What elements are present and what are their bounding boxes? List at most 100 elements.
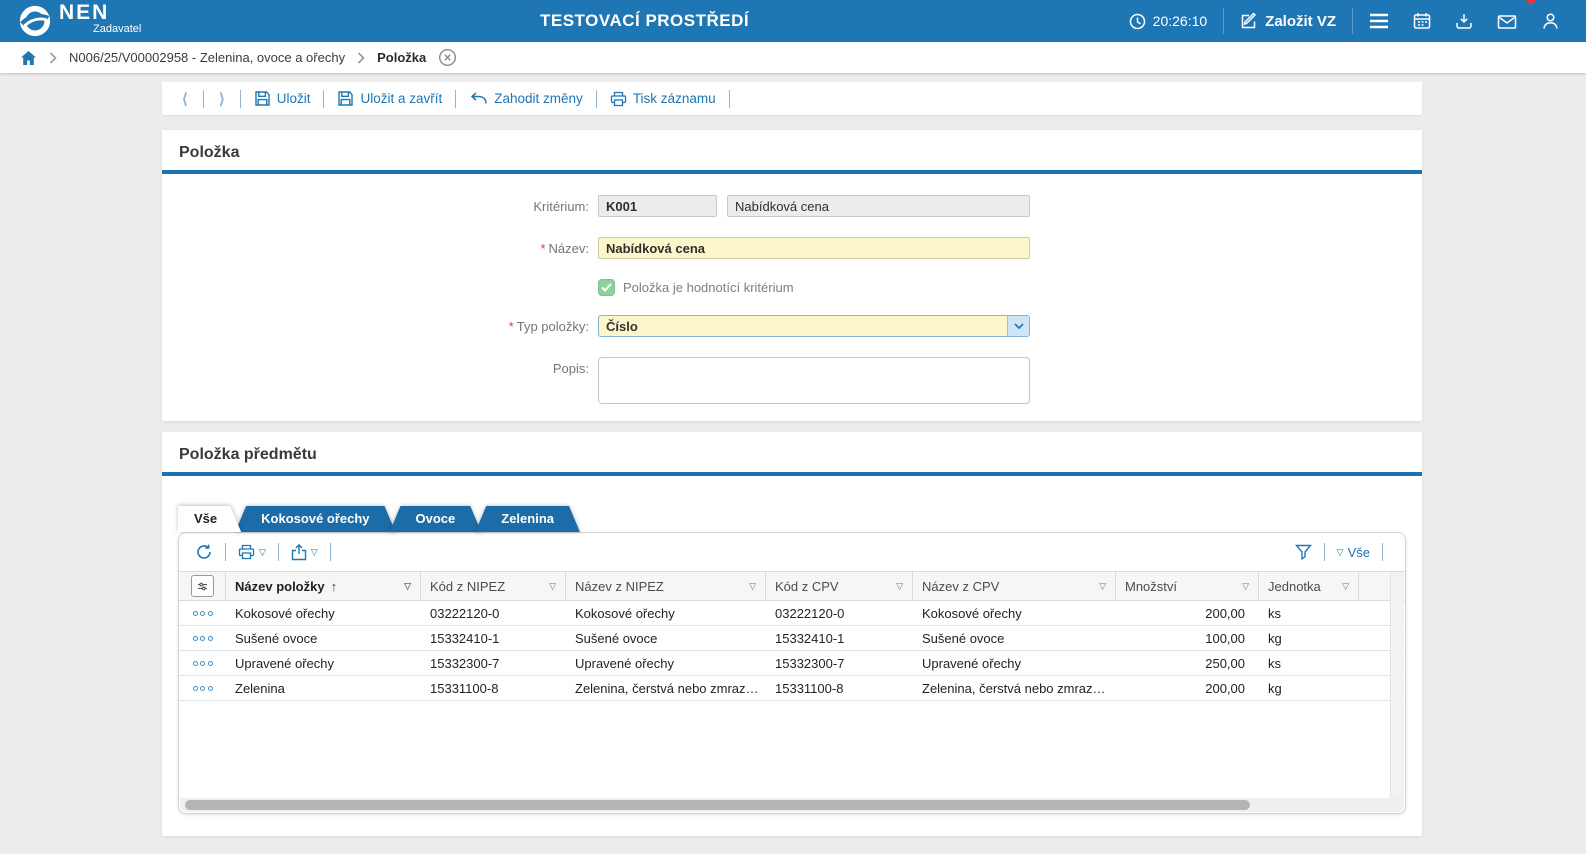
dropdown-triangle-icon: ▽ — [259, 547, 266, 558]
popis-textarea[interactable] — [598, 357, 1030, 404]
typ-polozky-label: Typ položky: — [162, 315, 598, 337]
column-header-nazev-cpv[interactable]: Název z CPV ▽ — [913, 572, 1116, 600]
person-icon — [1541, 12, 1560, 31]
filter-button[interactable] — [1292, 544, 1315, 560]
grid-header-row: Název položky ↑ ▽ Kód z NIPEZ ▽ Název z … — [179, 571, 1405, 601]
breadcrumb-item-procurement[interactable]: N006/25/V00002958 - Zelenina, ovoce a oř… — [69, 50, 345, 65]
divider — [1223, 8, 1224, 34]
divider — [330, 543, 331, 561]
dropdown-triangle-icon: ▽ — [311, 547, 318, 558]
grid-filter-controls: ▽ Vše — [1292, 543, 1392, 561]
table-row[interactable]: Kokosové ořechy 03222120-0 Kokosové ořec… — [179, 601, 1405, 626]
hamburger-icon — [1369, 13, 1389, 29]
refresh-button[interactable] — [192, 543, 216, 561]
column-filter-icon[interactable]: ▽ — [1336, 581, 1349, 592]
table-row[interactable]: Sušené ovoce 15332410-1 Sušené ovoce 153… — [179, 626, 1405, 651]
column-filter-icon[interactable]: ▽ — [743, 581, 756, 592]
tab-ovoce[interactable]: Ovoce — [390, 506, 482, 532]
print-grid-button[interactable]: ▽ — [235, 544, 269, 560]
grid-toolbar: ▽ ▽ — [179, 533, 1405, 571]
hodnotici-checkbox-label: Položka je hodnotící kritérium — [623, 279, 794, 298]
save-icon — [254, 90, 271, 107]
typ-polozky-row: Typ položky: Číslo — [162, 315, 1422, 337]
user-profile-button[interactable] — [1529, 0, 1572, 42]
column-filter-icon[interactable]: ▽ — [1236, 581, 1249, 592]
main-content: ⟨ ⟩ Uložit Uložit a zavřít Zahodit změny — [162, 82, 1422, 836]
tab-kokosove-orechy[interactable]: Kokosové ořechy — [235, 506, 395, 532]
calendar-button[interactable] — [1401, 0, 1443, 42]
column-header-jednotka[interactable]: Jednotka ▽ — [1259, 572, 1359, 600]
row-actions-icon[interactable] — [193, 611, 213, 616]
download-tray-icon — [1455, 12, 1473, 30]
select-dropdown-button[interactable] — [1007, 316, 1029, 336]
breadcrumb: N006/25/V00002958 - Zelenina, ovoce a oř… — [0, 42, 1586, 73]
divider — [596, 90, 597, 108]
kriterium-name-field: Nabídková cena — [727, 195, 1030, 217]
column-header-nazev-polozky[interactable]: Název položky ↑ ▽ — [226, 572, 421, 600]
clock-time: 20:26:10 — [1153, 13, 1208, 29]
column-filter-icon[interactable]: ▽ — [890, 581, 903, 592]
row-actions-icon[interactable] — [193, 686, 213, 691]
checkmark-icon — [601, 283, 612, 292]
export-icon — [291, 544, 307, 561]
column-filter-icon[interactable]: ▽ — [543, 581, 556, 592]
column-settings-button[interactable] — [179, 572, 226, 600]
divider — [240, 90, 241, 108]
horizontal-scrollbar[interactable] — [180, 798, 1404, 812]
logo-subtitle: Zadavatel — [93, 20, 141, 38]
section-divider — [162, 472, 1422, 476]
nav-forward-button[interactable]: ⟩ — [213, 90, 231, 108]
horizontal-scrollbar-thumb[interactable] — [185, 800, 1250, 810]
hodnotici-checkbox[interactable] — [598, 279, 615, 296]
tab-vse[interactable]: Vše — [178, 506, 241, 532]
nen-logo[interactable]: NEN Zadavatel — [0, 4, 141, 38]
column-filter-icon[interactable]: ▽ — [1093, 581, 1106, 592]
menu-button[interactable] — [1357, 0, 1401, 42]
items-grid: ▽ ▽ — [178, 532, 1406, 814]
row-actions-icon[interactable] — [193, 661, 213, 666]
divider — [455, 90, 456, 108]
discard-changes-button[interactable]: Zahodit změny — [465, 91, 587, 106]
table-row[interactable]: Zelenina 15331100-8 Zelenina, čerstvá ne… — [179, 676, 1405, 701]
nazev-input[interactable]: Nabídková cena — [598, 237, 1030, 259]
typ-polozky-select[interactable]: Číslo — [598, 315, 1030, 337]
top-bar: NEN Zadavatel TESTOVACÍ PROSTŘEDÍ 20:26:… — [0, 0, 1586, 42]
messages-button[interactable] — [1485, 0, 1529, 42]
column-header-kod-nipez[interactable]: Kód z NIPEZ ▽ — [421, 572, 566, 600]
subject-items-panel: Položka předmětu Vše Kokosové ořechy Ovo… — [162, 432, 1422, 836]
divider — [323, 90, 324, 108]
divider — [1352, 8, 1353, 34]
nav-back-button[interactable]: ⟨ — [176, 90, 194, 108]
print-record-button[interactable]: Tisk záznamu — [606, 91, 720, 107]
tab-zelenina[interactable]: Zelenina — [475, 506, 580, 532]
home-icon[interactable] — [20, 50, 37, 66]
session-clock: 20:26:10 — [1117, 0, 1220, 42]
divider — [278, 543, 279, 561]
logo-text: NEN Zadavatel — [59, 4, 141, 38]
filter-scope-dropdown[interactable]: ▽ Vše — [1334, 545, 1373, 560]
column-header-nazev-nipez[interactable]: Název z NIPEZ ▽ — [566, 572, 766, 600]
item-form-panel: Položka Kritérium: K001 Nabídková cena N… — [162, 130, 1422, 421]
save-close-button[interactable]: Uložit a zavřít — [333, 90, 446, 107]
chevron-right-icon — [49, 52, 57, 64]
close-tab-icon[interactable] — [438, 48, 457, 67]
nen-logo-icon — [18, 4, 52, 38]
row-actions-icon[interactable] — [193, 636, 213, 641]
save-button[interactable]: Uložit — [250, 90, 315, 107]
export-button[interactable]: ▽ — [288, 544, 321, 561]
downloads-button[interactable] — [1443, 0, 1485, 42]
breadcrumb-item-current: Položka — [377, 50, 426, 65]
table-row[interactable]: Upravené ořechy 15332300-7 Upravené ořec… — [179, 651, 1405, 676]
undo-icon — [469, 91, 488, 106]
column-filter-icon[interactable]: ▽ — [398, 581, 411, 592]
item-form: Kritérium: K001 Nabídková cena Název: Na… — [162, 174, 1422, 404]
column-header-mnozstvi[interactable]: Množství ▽ — [1116, 572, 1259, 600]
hodnotici-row: . Položka je hodnotící kritérium — [162, 279, 1422, 298]
divider — [203, 90, 204, 108]
popis-row: Popis: — [162, 357, 1422, 404]
kriterium-label: Kritérium: — [162, 195, 598, 217]
compose-icon — [1240, 12, 1258, 30]
column-header-kod-cpv[interactable]: Kód z CPV ▽ — [766, 572, 913, 600]
nazev-label: Název: — [162, 237, 598, 259]
create-vz-button[interactable]: Založit VZ — [1228, 0, 1348, 42]
